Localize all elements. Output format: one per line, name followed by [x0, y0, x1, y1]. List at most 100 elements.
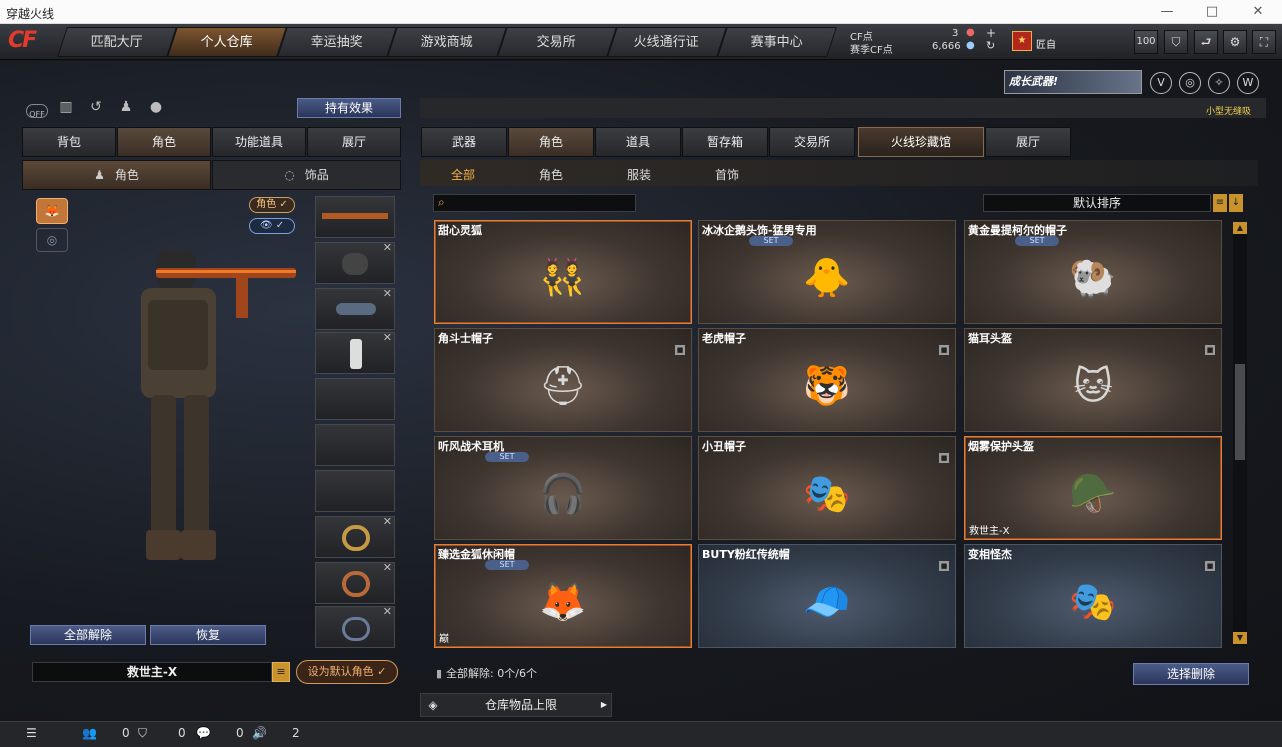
item-name: 小丑帽子: [702, 440, 746, 453]
list-view-icon[interactable]: ≡: [1213, 194, 1227, 212]
clan-icon[interactable]: ⛉: [138, 726, 147, 741]
item-card[interactable]: 臻选金狐休闲帽 SET 巅 🦊: [434, 544, 692, 648]
tab-storage-box[interactable]: 暂存箱: [682, 127, 768, 157]
list-icon[interactable]: ☰: [26, 726, 37, 740]
subtab-characters[interactable]: 角色: [539, 166, 563, 183]
maximize-button[interactable]: □: [1190, 0, 1234, 24]
tab-showroom[interactable]: 展厅: [307, 127, 401, 157]
subtab-clothing[interactable]: 服装: [627, 166, 651, 183]
friends-icon[interactable]: 👥: [82, 726, 97, 740]
item-card[interactable]: 猫耳头盔 ■ 🐱: [964, 328, 1222, 432]
w-badge-icon[interactable]: W: [1237, 72, 1259, 94]
item-card[interactable]: 老虎帽子 ■ 🐯: [698, 328, 956, 432]
sort-direction-icon[interactable]: ↓: [1229, 194, 1243, 212]
tab-backpack[interactable]: 背包: [22, 127, 116, 157]
scroll-up-icon[interactable]: ▲: [1233, 222, 1247, 234]
nav-tab-shop[interactable]: 游戏商城: [387, 27, 507, 57]
item-card[interactable]: 烟雾保护头盔 救世主-X 🪖: [964, 436, 1222, 540]
item-card[interactable]: 甜心灵狐 👯: [434, 220, 692, 324]
equip-slot-empty-1[interactable]: [315, 378, 395, 420]
cf-logo: CF: [8, 28, 37, 53]
item-name: 甜心灵狐: [438, 224, 482, 237]
speaker-icon[interactable]: 🔊: [252, 726, 267, 740]
tab-collection-hall[interactable]: 火线珍藏馆: [858, 127, 984, 157]
tab-showroom-right[interactable]: 展厅: [985, 127, 1071, 157]
rank-badge-icon: ★: [1012, 31, 1032, 51]
stats-icon[interactable]: ▥: [56, 99, 76, 119]
sort-select[interactable]: 默认排序: [983, 194, 1211, 212]
equip-slot-goggles[interactable]: ✕: [315, 287, 395, 330]
item-card[interactable]: BUTY粉红传统帽 ■ 🧢: [698, 544, 956, 648]
subtab-all[interactable]: 全部: [451, 166, 475, 183]
item-card[interactable]: 变相怪杰 ■ 🎭: [964, 544, 1222, 648]
item-card[interactable]: 冰冰企鹅头饰-猛男专用 SET 🐥: [698, 220, 956, 324]
holding-effect-button[interactable]: 持有效果: [297, 98, 401, 118]
minimize-button[interactable]: —: [1145, 0, 1189, 24]
restore-button[interactable]: 恢复: [150, 625, 266, 645]
scroll-down-icon[interactable]: ▼: [1233, 632, 1247, 644]
search-input[interactable]: ⌕: [433, 194, 636, 212]
growth-weapon-banner[interactable]: 成长武器!: [1004, 70, 1142, 94]
remove-slot-icon[interactable]: ✕: [383, 331, 392, 344]
tab-weapons[interactable]: 武器: [421, 127, 507, 157]
helmet-icon[interactable]: ⛉: [1164, 30, 1188, 54]
scrollbar-thumb[interactable]: [1235, 364, 1245, 460]
unequip-all-button[interactable]: 全部解除: [30, 625, 146, 645]
toggle-off-icon[interactable]: OFF: [26, 104, 48, 119]
add-cf-button[interactable]: +: [986, 26, 996, 40]
tab-function-items[interactable]: 功能道具: [212, 127, 306, 157]
item-card[interactable]: 听风战术耳机 SET 🎧: [434, 436, 692, 540]
equip-slot-helmet[interactable]: ✕: [315, 241, 395, 284]
eye-visibility-toggle[interactable]: 👁 ✓: [249, 218, 295, 234]
back-icon[interactable]: ⮐: [1194, 30, 1218, 54]
tab-items[interactable]: 道具: [595, 127, 681, 157]
settings-icon[interactable]: ⚙: [1223, 30, 1247, 54]
equip-slot-weapon[interactable]: [315, 196, 395, 238]
subtab-character[interactable]: ♟ 角色: [22, 160, 211, 190]
storage-limit-button[interactable]: ◈ 仓库物品上限 ▶: [420, 693, 612, 717]
character-icon[interactable]: ♟: [116, 99, 136, 119]
character-menu-icon[interactable]: ≡: [272, 662, 290, 682]
nav-tab-battlepass[interactable]: 火线通行证: [607, 27, 727, 57]
nav-tab-lottery[interactable]: 幸运抽奖: [277, 27, 397, 57]
remove-slot-icon[interactable]: ✕: [383, 561, 392, 574]
nav-tab-match-lobby[interactable]: 匹配大厅: [57, 27, 177, 57]
remove-slot-icon[interactable]: ✕: [383, 241, 392, 254]
role-visibility-toggle[interactable]: 角色 ✓: [249, 197, 295, 213]
equip-slot-ring-2[interactable]: ✕: [315, 561, 395, 604]
close-window-button[interactable]: ✕: [1236, 0, 1280, 24]
fullscreen-icon[interactable]: ⛶: [1252, 30, 1276, 54]
equip-slot-radio[interactable]: ✕: [315, 331, 395, 374]
fox-emblem-icon[interactable]: 🦊: [36, 198, 68, 224]
character-name-field[interactable]: 救世主-X: [32, 662, 272, 682]
nav-tab-exchange[interactable]: 交易所: [497, 27, 617, 57]
remove-slot-icon[interactable]: ✕: [383, 605, 392, 618]
grenade-icon[interactable]: ●: [146, 99, 166, 119]
tab-character[interactable]: 角色: [117, 127, 211, 157]
set-default-character-button[interactable]: 设为默认角色 ✓: [296, 660, 398, 684]
goggles-icon[interactable]: ◎: [36, 228, 68, 252]
subtab-jewelry[interactable]: 首饰: [715, 166, 739, 183]
equip-slot-empty-3[interactable]: [315, 470, 395, 512]
remove-slot-icon[interactable]: ✕: [383, 515, 392, 528]
level-indicator[interactable]: 100: [1134, 30, 1158, 54]
subtab-accessory[interactable]: ◌ 饰品: [212, 160, 401, 190]
target-badge-icon[interactable]: ◎: [1179, 72, 1201, 94]
tab-characters[interactable]: 角色: [508, 127, 594, 157]
history-icon[interactable]: ↺: [86, 99, 106, 119]
item-card[interactable]: 小丑帽子 ■ 🎭: [698, 436, 956, 540]
spark-badge-icon[interactable]: ✧: [1208, 72, 1230, 94]
remove-slot-icon[interactable]: ✕: [383, 287, 392, 300]
item-card[interactable]: 角斗士帽子 ■ ⛑: [434, 328, 692, 432]
chat-icon[interactable]: 💬: [196, 726, 211, 740]
vip-badge-icon[interactable]: V: [1150, 72, 1172, 94]
select-delete-button[interactable]: 选择删除: [1133, 663, 1249, 685]
equip-slot-empty-2[interactable]: [315, 424, 395, 466]
refresh-cf-button[interactable]: ↻: [986, 39, 995, 52]
nav-tab-events[interactable]: 赛事中心: [717, 27, 837, 57]
tab-exchange[interactable]: 交易所: [769, 127, 855, 157]
equip-slot-ring-1[interactable]: ✕: [315, 515, 395, 558]
item-card[interactable]: 黄金曼提柯尔的帽子 SET 🐏: [964, 220, 1222, 324]
equip-slot-ring-3[interactable]: ✕: [315, 605, 395, 648]
nav-tab-warehouse[interactable]: 个人仓库: [167, 27, 287, 57]
